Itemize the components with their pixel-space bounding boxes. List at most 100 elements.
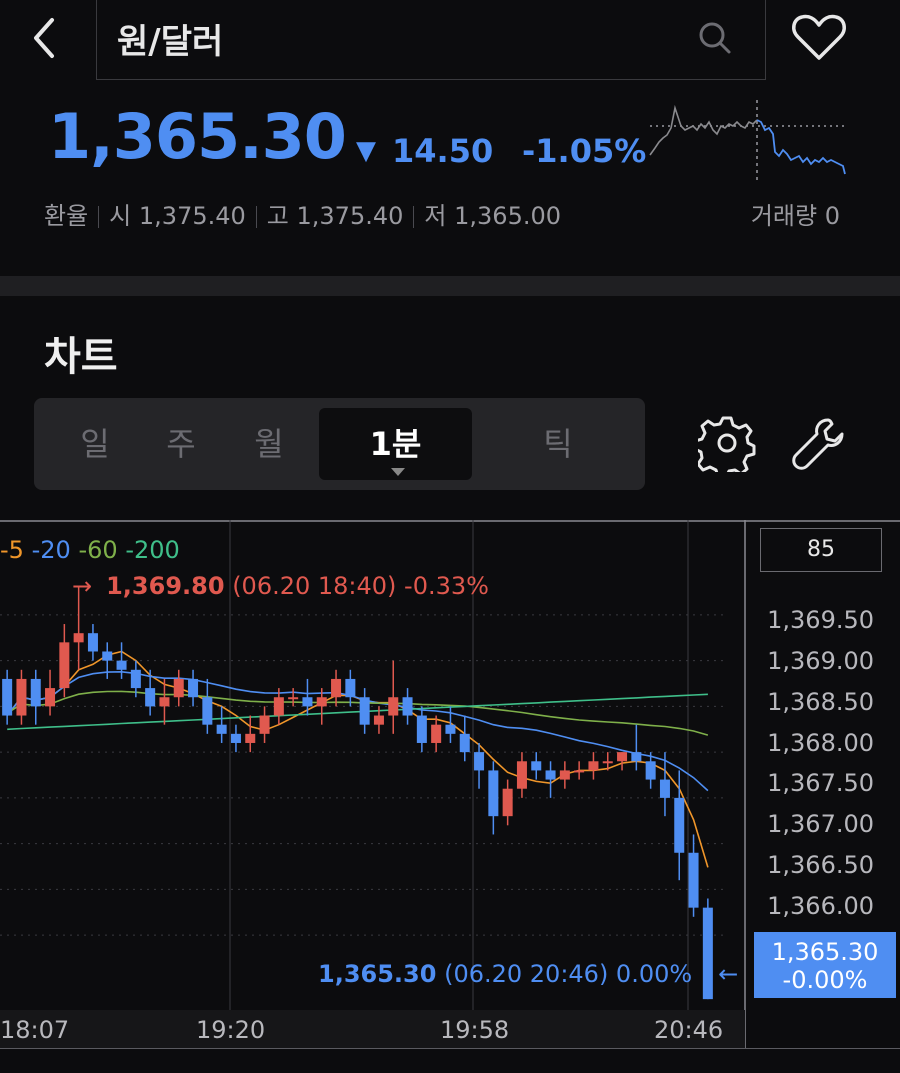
low-annotation-price: 1,365.30 bbox=[318, 960, 437, 988]
candle-body bbox=[45, 688, 56, 707]
candle-body bbox=[145, 688, 156, 707]
volume-info: 거래량 0 bbox=[751, 196, 840, 231]
low-annotation-detail: (06.20 20:46) 0.00% bbox=[444, 960, 693, 988]
tab-tick[interactable]: 틱 bbox=[508, 398, 608, 490]
volume-value: 0 bbox=[824, 202, 840, 230]
bottom-panel-header bbox=[0, 1048, 900, 1073]
heart-icon bbox=[792, 14, 846, 60]
candle-body bbox=[159, 697, 170, 707]
y-tick-label: 1,368.00 bbox=[767, 729, 874, 757]
candle-body bbox=[316, 697, 327, 707]
candle-body bbox=[30, 678, 41, 707]
candle-body bbox=[130, 669, 141, 689]
moving-average-legend: -5 -20 -60 -200 bbox=[0, 536, 180, 564]
candle-body bbox=[516, 761, 527, 789]
candle-body bbox=[273, 697, 284, 716]
high-value: 1,375.40 bbox=[296, 202, 404, 230]
tab-month[interactable]: 월 bbox=[220, 398, 318, 490]
candle-body bbox=[545, 770, 556, 780]
x-tick-label: 20:46 bbox=[654, 1016, 724, 1044]
period-tabs: 일 주 월 1분 틱 bbox=[34, 398, 645, 490]
candle-body bbox=[559, 770, 570, 780]
ma60-legend: -60 bbox=[78, 536, 118, 564]
candle-body bbox=[659, 779, 670, 798]
indicator-value-box[interactable]: 85 bbox=[760, 528, 882, 572]
low-value: 1,365.00 bbox=[454, 202, 561, 230]
candle-body bbox=[416, 715, 427, 743]
candle-body bbox=[502, 788, 513, 817]
chart-section-title: 차트 bbox=[44, 334, 118, 380]
candle-body bbox=[230, 733, 241, 743]
high-price-annotation: → 1,369.80 (06.20 18:40) -0.33% bbox=[72, 572, 489, 600]
candle-body bbox=[688, 852, 699, 908]
candle-body bbox=[59, 642, 70, 689]
search-field[interactable]: 원/달러 bbox=[96, 0, 766, 80]
candle-body bbox=[2, 678, 13, 716]
candle-body bbox=[345, 678, 356, 698]
candle-body bbox=[373, 715, 384, 725]
price-tag-value: 1,365.30 bbox=[771, 938, 879, 966]
tab-week[interactable]: 주 bbox=[132, 398, 230, 490]
price-tag-change: -0.00% bbox=[782, 966, 868, 994]
candle-body bbox=[474, 752, 485, 771]
candle-body bbox=[645, 761, 656, 780]
tab-day[interactable]: 일 bbox=[46, 398, 144, 490]
ma-line-20 bbox=[6, 670, 709, 792]
left-arrow-icon: ← bbox=[718, 960, 739, 988]
candle-body bbox=[431, 724, 442, 743]
candle-body bbox=[87, 633, 98, 652]
candle-body bbox=[302, 697, 313, 707]
y-tick-label: 1,367.00 bbox=[767, 810, 874, 838]
chevron-left-icon bbox=[34, 18, 54, 58]
candle-body bbox=[488, 770, 499, 817]
price-info-row: 환율 시 1,375.40 고 1,375.40 저 1,365.00 bbox=[44, 196, 561, 231]
high-annotation-price: 1,369.80 bbox=[106, 572, 225, 600]
candle-body bbox=[602, 761, 613, 764]
candle-body bbox=[216, 724, 227, 734]
candle-body bbox=[331, 678, 342, 698]
tab-1min[interactable]: 1분 bbox=[319, 408, 472, 480]
change-percent: -1.05% bbox=[522, 132, 647, 170]
y-tick-label: 1,368.50 bbox=[767, 688, 874, 716]
caret-down-icon bbox=[391, 468, 405, 476]
volume-label: 거래량 bbox=[750, 202, 818, 230]
candle-body bbox=[202, 697, 213, 725]
intraday-sparkline bbox=[649, 100, 846, 182]
x-tick-label: 18:07 bbox=[0, 1016, 70, 1044]
section-divider bbox=[0, 276, 900, 296]
candle-body bbox=[459, 733, 470, 753]
candle-body bbox=[188, 678, 199, 698]
candle-body bbox=[588, 761, 599, 771]
candle-body bbox=[402, 697, 413, 716]
x-tick-label: 19:58 bbox=[440, 1016, 510, 1044]
y-tick-label: 1,366.00 bbox=[767, 892, 874, 920]
low-label: 저 bbox=[424, 202, 447, 230]
search-icon[interactable] bbox=[695, 18, 735, 58]
candle-body bbox=[173, 678, 184, 698]
ma200-legend: -200 bbox=[125, 536, 180, 564]
current-price: 1,365.30 bbox=[48, 100, 347, 173]
candle-body bbox=[259, 715, 270, 734]
candle-body bbox=[631, 752, 642, 762]
candle-body bbox=[102, 651, 113, 661]
high-annotation-detail: (06.20 18:40) -0.33% bbox=[232, 572, 489, 600]
candle-body bbox=[445, 724, 456, 734]
favorite-button[interactable] bbox=[790, 12, 848, 64]
right-arrow-icon: → bbox=[72, 572, 93, 600]
ma-line-200 bbox=[7, 693, 708, 731]
candle-body bbox=[359, 697, 370, 725]
candle-body bbox=[73, 633, 84, 643]
candle-body bbox=[388, 697, 399, 716]
current-price-tag: 1,365.30 -0.00% bbox=[754, 932, 896, 998]
candle-body bbox=[674, 797, 685, 853]
y-tick-label: 1,369.00 bbox=[767, 647, 874, 675]
chart-settings-button[interactable] bbox=[693, 414, 756, 479]
high-label: 고 bbox=[266, 202, 289, 230]
candle-body bbox=[531, 761, 542, 771]
chart-tools-button[interactable] bbox=[790, 414, 848, 472]
y-tick-label: 1,366.50 bbox=[767, 851, 874, 879]
candle-body bbox=[245, 733, 256, 743]
y-tick-label: 1,367.50 bbox=[767, 769, 874, 797]
info-label: 환율 bbox=[44, 202, 89, 230]
back-button[interactable] bbox=[22, 12, 70, 64]
